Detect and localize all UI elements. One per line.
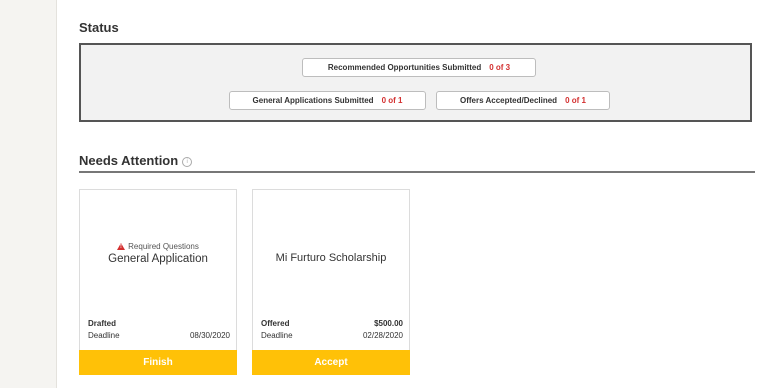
- scholarship-card[interactable]: Mi Furturo Scholarship Offered $500.00 D…: [252, 189, 410, 375]
- recommended-submitted-count: 0 of 3: [489, 63, 511, 72]
- finish-button[interactable]: Finish: [79, 350, 237, 375]
- offers-accepted-count: 0 of 1: [565, 96, 586, 105]
- recommended-submitted-pill: Recommended Opportunities Submitted 0 of …: [302, 58, 536, 77]
- card-deadline-row: Deadline 02/28/2020: [261, 331, 403, 340]
- card-deadline-date: 02/28/2020: [362, 331, 403, 340]
- application-card[interactable]: Required Questions General Application D…: [79, 189, 237, 375]
- general-submitted-label: General Applications Submitted: [252, 96, 374, 105]
- main-content: Status Recommended Opportunities Submitt…: [57, 0, 771, 388]
- card-body: Mi Furturo Scholarship: [253, 250, 409, 264]
- status-heading: Status: [79, 20, 119, 35]
- card-title: Mi Furturo Scholarship: [275, 252, 387, 264]
- general-submitted-count: 0 of 1: [381, 96, 403, 105]
- card-body: Required Questions General Application: [80, 242, 236, 265]
- card-deadline-row: Deadline 08/30/2020: [88, 331, 230, 340]
- required-questions-text: Required Questions: [128, 242, 199, 251]
- required-questions-notice: Required Questions: [80, 242, 236, 251]
- card-award-amount: $500.00: [374, 319, 403, 328]
- status-panel: Recommended Opportunities Submitted 0 of …: [79, 43, 752, 122]
- card-status-row: Drafted: [88, 319, 230, 328]
- offers-accepted-pill: Offers Accepted/Declined 0 of 1: [436, 91, 610, 110]
- card-deadline-label: Deadline: [88, 331, 120, 340]
- card-status: Drafted: [88, 319, 117, 328]
- recommended-submitted-label: Recommended Opportunities Submitted: [327, 63, 482, 72]
- offers-accepted-label: Offers Accepted/Declined: [460, 96, 558, 105]
- warning-icon: [117, 243, 126, 250]
- card-title: General Application: [108, 253, 208, 265]
- accept-button[interactable]: Accept: [252, 350, 410, 375]
- general-submitted-pill: General Applications Submitted 0 of 1: [229, 91, 426, 110]
- needs-attention-title: Needs Attention: [79, 153, 179, 168]
- card-status-row: Offered $500.00: [261, 319, 403, 328]
- needs-attention-heading: Needs Attention i: [79, 153, 193, 168]
- card-deadline-date: 08/30/2020: [189, 331, 230, 340]
- section-divider: [79, 171, 755, 173]
- info-icon[interactable]: i: [182, 157, 193, 167]
- card-deadline-label: Deadline: [261, 331, 293, 340]
- card-status: Offered: [261, 319, 290, 328]
- left-sidebar: [0, 0, 57, 388]
